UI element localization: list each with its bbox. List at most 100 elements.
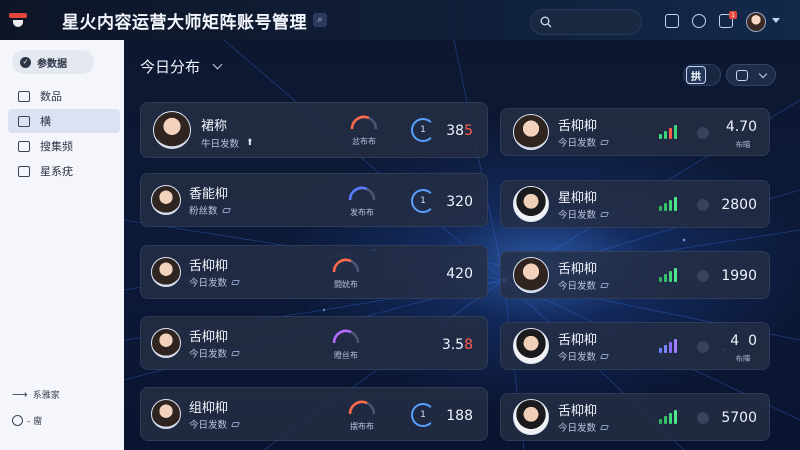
avatar[interactable] [513,328,549,364]
account-card[interactable]: 星枊枊今日发数 2800 [500,180,770,228]
avatar[interactable] [151,185,181,215]
metric-value-subtitle: 布陣 [735,354,751,363]
edit-icon [18,140,30,152]
user-menu-chevron-down-icon[interactable] [772,18,780,23]
search-input[interactable] [558,15,638,29]
account-card[interactable]: 舌枊枊 今日发数 5700 [500,393,770,441]
page-title: 今日分布 [140,58,201,76]
avatar[interactable] [151,399,181,429]
avatar[interactable] [151,328,181,358]
metric-value-main: 320 [446,194,473,210]
account-subtitle: 今日发数 [558,135,609,149]
trend-bar [664,416,667,424]
trend-bar [664,274,667,282]
account-card[interactable]: 舌枊枊 今日发数 4.70 布瞄 [500,108,770,156]
avatar[interactable] [151,257,181,287]
account-card[interactable]: 舌枊枊 今日发数 瞪丝布 3.58 [140,316,488,370]
send-icon [231,279,240,285]
account-card[interactable]: 舌枊枊 今日发数 1990 [500,251,770,299]
metric-value: 188 [413,408,473,424]
account-name: 香能枊 [189,187,229,202]
account-subtitle: 今日发数 [558,349,609,363]
app-logo[interactable] [0,0,36,40]
gauge-label: 发布布 [350,208,374,217]
trend-bar [669,271,672,282]
sidebar-bottom-user[interactable]: - 廇 [12,414,42,427]
list-icon [18,90,30,102]
trend-bar [669,200,672,211]
gauge-arc [332,258,360,273]
chevron-down-icon [758,69,768,79]
avatar[interactable] [513,399,549,435]
account-subtitle-text: 今日发数 [558,423,597,434]
trend-bar [664,203,667,211]
account-card[interactable]: 组枊枊 今日发数 摆布布 1 188 [140,387,488,441]
trend-bar [659,419,662,424]
trend-bar [669,128,672,139]
account-card[interactable]: 香能枊 粉丝数 发布布 1 320 [140,173,488,227]
sidebar-item-label: 数品 [40,90,62,103]
account-subtitle: 今日发数 [189,346,240,360]
trend-bar [674,410,677,424]
trend-bars-icon [659,197,677,211]
account-subtitle-text: 牛日发数 [201,139,240,150]
sidebar-item-label: 横 [40,115,51,128]
sidebar-item-1[interactable]: 数品 [8,84,120,108]
send-icon [600,282,609,288]
view-options-button[interactable] [726,64,776,86]
home-icon[interactable] [665,14,679,28]
avatar[interactable] [153,111,191,149]
account-subtitle: 今日发数 [189,275,240,289]
gauge-label: 瞪丝布 [334,351,358,360]
metric-value-subtitle: 布瞄 [735,140,751,149]
sidebar-bottom-user-label: - 廇 [27,417,43,427]
account-subtitle-text: 今日发数 [558,210,597,221]
trend-bar [669,413,672,424]
trend-bar [674,197,677,211]
chat-icon [18,115,30,127]
metric-value: 420 [413,266,473,282]
gauge-label: 忿布布 [352,137,376,146]
sidebar-item-4[interactable]: 星系疣 [8,159,120,183]
account-name: 裙称 [201,119,228,134]
trend-bars-icon [659,268,677,282]
account-subtitle-text: 今日发数 [558,352,597,363]
metric-value: 4 0 [730,333,757,349]
sidebar-item-label: 星系疣 [40,165,73,178]
gear-icon[interactable] [692,14,706,28]
avatar[interactable] [513,114,549,150]
search-icon [540,16,552,28]
account-card[interactable]: 裙称 牛日发数 ⬆ 忿布布 1 385 [140,102,488,158]
avatar[interactable] [513,186,549,222]
metric-value-main: 420 [446,266,473,282]
gauge-label: 摆布布 [350,422,374,431]
app-title: 星火内容运营大师矩阵账号管理 [62,12,307,33]
trend-bar [674,125,677,139]
account-name: 星枊枊 [558,191,598,206]
section-header[interactable]: 今日分布 [140,56,223,77]
sidebar: ✓ 参数据 数品 横 搜集频 星系疣 ⟶ 系雅家 - 廇 [0,40,124,450]
user-avatar[interactable] [746,12,766,32]
trend-bars-icon [659,410,677,424]
metric-value-main: 3.5 [441,337,465,353]
metric-value: 2800 [721,197,757,213]
avatar[interactable] [513,257,549,293]
account-subtitle: 今日发数 [558,278,609,292]
view-toggle[interactable]: 拱 [683,64,721,86]
account-subtitle: 今日发数 [558,420,609,434]
account-card[interactable]: 舌枊枊 今日发数 4 0 布陣 [500,322,770,370]
gauge-arc [348,186,376,201]
gauge-label: 闘姯布 [334,280,358,289]
account-subtitle: 牛日发数 ⬆ [201,136,254,150]
sidebar-bottom-link[interactable]: ⟶ 系雅家 [12,388,60,401]
sidebar-top-button[interactable]: ✓ 参数据 [12,50,94,74]
metric-value-highlight: 5 [464,123,473,139]
arrow-up-icon: ⬆ [246,138,254,148]
sidebar-item-2[interactable]: 横 [8,109,120,133]
account-card[interactable]: 舌枊枊 今日发数 闘姯布 420 [140,245,488,299]
search-box[interactable] [530,9,642,35]
title-search-icon[interactable]: ⌕ [313,13,327,27]
chevron-down-icon [212,59,223,70]
trend-bar [659,348,662,353]
sidebar-item-3[interactable]: 搜集频 [8,134,120,158]
